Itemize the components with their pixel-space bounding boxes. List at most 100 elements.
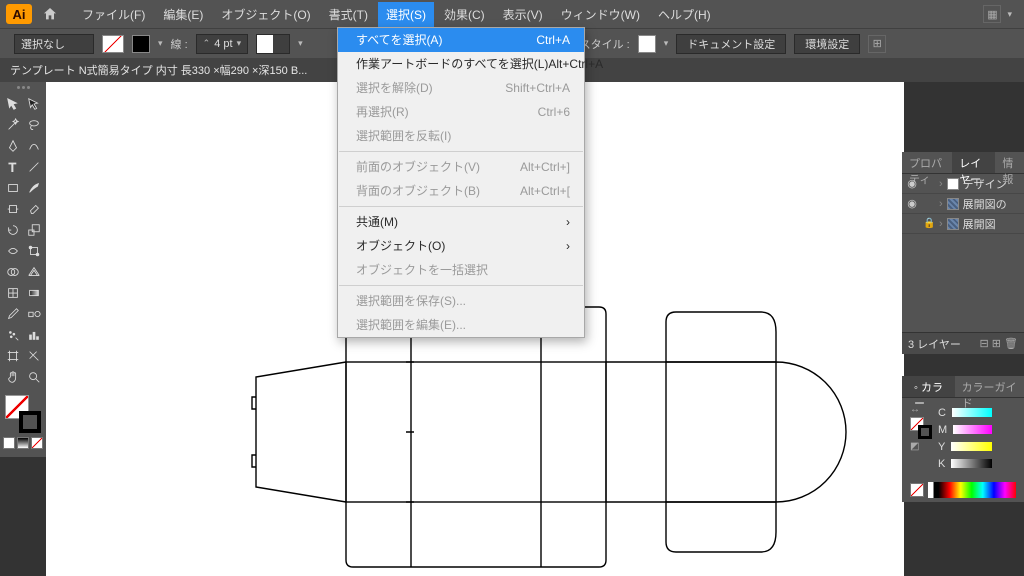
- artboard-tool-icon[interactable]: [3, 346, 23, 366]
- chevron-down-icon[interactable]: ▾: [1007, 9, 1012, 20]
- shaper-tool-icon[interactable]: [3, 199, 23, 219]
- stroke-profile-dropdown[interactable]: [256, 34, 290, 54]
- document-setup-button[interactable]: ドキュメント設定: [676, 34, 786, 54]
- menubar: Ai ファイル(F) 編集(E) オブジェクト(O) 書式(T) 選択(S) 効…: [0, 0, 1024, 28]
- rectangle-tool-icon[interactable]: [3, 178, 23, 198]
- shape-builder-tool-icon[interactable]: [3, 262, 23, 282]
- tool-panel: T: [0, 82, 46, 457]
- color-panel: ◦ カラー カラーガイド ↔ ◩ C M Y K: [902, 376, 1024, 502]
- free-transform-tool-icon[interactable]: [24, 241, 44, 261]
- none-mode-icon[interactable]: [31, 437, 43, 449]
- lock-icon[interactable]: 🔒: [923, 218, 935, 229]
- align-icon[interactable]: ⊞: [868, 35, 886, 53]
- tab-layers[interactable]: レイヤー: [952, 152, 995, 173]
- visibility-icon[interactable]: ◉: [905, 197, 919, 210]
- perspective-grid-tool-icon[interactable]: [24, 262, 44, 282]
- scale-tool-icon[interactable]: [24, 220, 44, 240]
- column-graph-tool-icon[interactable]: [24, 325, 44, 345]
- fill-swatch[interactable]: [102, 35, 124, 53]
- type-tool-icon[interactable]: T: [3, 157, 23, 177]
- line-tool-icon[interactable]: [24, 157, 44, 177]
- tab-color-guide[interactable]: カラーガイド: [955, 376, 1024, 397]
- layer-row[interactable]: ◉ › 展開図の: [902, 194, 1024, 214]
- stroke-label: 線 :: [171, 36, 188, 52]
- mesh-tool-icon[interactable]: [3, 283, 23, 303]
- rotate-tool-icon[interactable]: [3, 220, 23, 240]
- fill-stroke-control[interactable]: [3, 393, 43, 435]
- menu-item[interactable]: すべてを選択(A)Ctrl+A: [338, 28, 584, 52]
- curvature-tool-icon[interactable]: [24, 136, 44, 156]
- slice-tool-icon[interactable]: [24, 346, 44, 366]
- selection-type-dropdown[interactable]: 選択なし: [14, 34, 94, 54]
- menu-item: 前面のオブジェクト(V)Alt+Ctrl+]: [338, 155, 584, 179]
- tab-color[interactable]: ◦ カラー: [902, 376, 955, 397]
- slider-y[interactable]: [951, 442, 992, 451]
- channel-k-label: K: [938, 458, 945, 470]
- slider-c[interactable]: [952, 408, 992, 417]
- app-logo[interactable]: Ai: [6, 4, 32, 24]
- color-mode-icon[interactable]: [3, 437, 15, 449]
- slider-k[interactable]: [951, 459, 992, 468]
- hand-tool-icon[interactable]: [3, 367, 23, 387]
- menu-item: 背面のオブジェクト(B)Alt+Ctrl+[: [338, 179, 584, 203]
- menu-item: 選択範囲を保存(S)...: [338, 289, 584, 313]
- width-tool-icon[interactable]: [3, 241, 23, 261]
- menu-item: 選択を解除(D)Shift+Ctrl+A: [338, 76, 584, 100]
- menu-item[interactable]: オブジェクト(O): [338, 234, 584, 258]
- channel-m-label: M: [938, 424, 947, 436]
- tab-properties[interactable]: プロパティ: [902, 152, 952, 173]
- menu-item[interactable]: 作業アートボードのすべてを選択(L)Alt+Ctrl+A: [338, 52, 584, 76]
- color-sync-icon[interactable]: ↔: [910, 404, 932, 415]
- style-swatch[interactable]: [638, 35, 656, 53]
- menu-item: 選択範囲を編集(E)...: [338, 313, 584, 337]
- stroke-color-icon[interactable]: [19, 411, 41, 433]
- spectrum-strip[interactable]: [928, 482, 1016, 498]
- layer-name: 展開図の: [963, 196, 1021, 212]
- stroke-weight-field[interactable]: ⌃4 pt▾: [196, 34, 248, 54]
- cube-icon[interactable]: ◩: [910, 441, 932, 452]
- selection-tool-icon[interactable]: [3, 94, 23, 114]
- slider-m[interactable]: [953, 425, 992, 434]
- blend-tool-icon[interactable]: [24, 304, 44, 324]
- layer-name: 展開図: [963, 216, 1021, 232]
- stroke-swatch[interactable]: [132, 35, 150, 53]
- menu-window[interactable]: ウィンドウ(W): [553, 2, 648, 27]
- tab-info[interactable]: 情報: [995, 152, 1024, 173]
- svg-text:T: T: [8, 160, 16, 174]
- menu-view[interactable]: 表示(V): [495, 2, 551, 27]
- panel-grip[interactable]: [3, 86, 43, 92]
- menu-type[interactable]: 書式(T): [321, 2, 376, 27]
- menu-help[interactable]: ヘルプ(H): [650, 2, 719, 27]
- zoom-tool-icon[interactable]: [24, 367, 44, 387]
- channel-c-label: C: [938, 407, 946, 419]
- paintbrush-tool-icon[interactable]: [24, 178, 44, 198]
- layers-footer-icons[interactable]: ⊟ ⊞ 🗑: [979, 337, 1018, 350]
- menu-object[interactable]: オブジェクト(O): [213, 2, 318, 27]
- menu-effect[interactable]: 効果(C): [436, 2, 493, 27]
- home-icon[interactable]: [38, 4, 62, 24]
- layers-panel: プロパティ レイヤー 情報 ◉ › デザイン◉ › 展開図の 🔒 › 展開図 3…: [902, 152, 1024, 354]
- symbol-sprayer-tool-icon[interactable]: [3, 325, 23, 345]
- direct-selection-tool-icon[interactable]: [24, 94, 44, 114]
- menu-item[interactable]: 共通(M): [338, 210, 584, 234]
- none-swatch-icon[interactable]: [910, 483, 924, 497]
- gradient-tool-icon[interactable]: [24, 283, 44, 303]
- lasso-tool-icon[interactable]: [24, 115, 44, 135]
- menu-edit[interactable]: 編集(E): [155, 2, 211, 27]
- workspace-switcher-icon[interactable]: ▦: [983, 5, 1001, 23]
- channel-y-label: Y: [938, 441, 945, 453]
- menu-item: オブジェクトを一括選択: [338, 258, 584, 282]
- pen-tool-icon[interactable]: [3, 136, 23, 156]
- eraser-tool-icon[interactable]: [24, 199, 44, 219]
- gradient-mode-icon[interactable]: [17, 437, 29, 449]
- layer-count: 3 レイヤー: [908, 336, 961, 352]
- layer-row[interactable]: 🔒 › 展開図: [902, 214, 1024, 234]
- preferences-button[interactable]: 環境設定: [794, 34, 860, 54]
- menu-file[interactable]: ファイル(F): [74, 2, 153, 27]
- magic-wand-tool-icon[interactable]: [3, 115, 23, 135]
- visibility-icon[interactable]: ◉: [905, 177, 919, 190]
- menu-select[interactable]: 選択(S): [378, 2, 434, 27]
- eyedropper-tool-icon[interactable]: [3, 304, 23, 324]
- menu-item: 再選択(R)Ctrl+6: [338, 100, 584, 124]
- color-fill-stroke[interactable]: [910, 417, 932, 439]
